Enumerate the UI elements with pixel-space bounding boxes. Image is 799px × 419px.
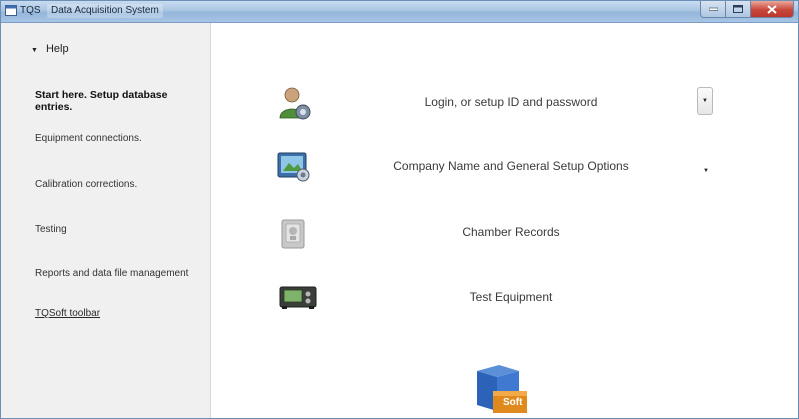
sidebar-item-calibration-corrections[interactable]: Calibration corrections. — [35, 179, 205, 191]
close-icon — [767, 4, 777, 14]
login-setup-link[interactable]: Login, or setup ID and password — [381, 95, 641, 109]
sidebar-item-testing[interactable]: Testing — [35, 224, 205, 236]
maximize-icon — [733, 5, 743, 13]
window-app-name: TQS — [20, 5, 41, 16]
sidebar-item-equipment-connections[interactable]: Equipment connections. — [35, 133, 205, 145]
login-dropdown-button[interactable]: ▼ — [697, 87, 713, 115]
sidebar-item-setup-database[interactable]: Start here. Setup database entries. — [35, 89, 205, 113]
main-panel: Login, or setup ID and password ▼ Compan… — [211, 23, 798, 418]
window-title: Data Acquisition System — [47, 4, 163, 18]
help-label: Help — [45, 43, 69, 55]
test-equipment-icon[interactable] — [279, 284, 317, 310]
chamber-records-link[interactable]: Chamber Records — [411, 225, 611, 239]
test-equipment-link[interactable]: Test Equipment — [411, 290, 611, 304]
company-dropdown-button[interactable]: ▼ — [703, 168, 709, 174]
setup-options-icon[interactable] — [277, 151, 311, 183]
minimize-icon — [708, 7, 718, 11]
minimize-button[interactable] — [700, 1, 726, 18]
tqsoft-logo: Soft — [473, 363, 533, 415]
sidebar-item-tqsoft-toolbar[interactable]: TQSoft toolbar — [35, 308, 205, 320]
window-controls — [700, 1, 794, 18]
close-button[interactable] — [751, 1, 794, 18]
app-window: TQS Data Acquisition System ▼ Help Start… — [0, 0, 799, 419]
chevron-down-icon: ▼ — [703, 168, 709, 174]
title-bar[interactable]: TQS Data Acquisition System — [1, 1, 798, 23]
sidebar: ▼ Help Start here. Setup database entrie… — [1, 23, 211, 418]
maximize-button[interactable] — [726, 1, 751, 18]
chevron-down-icon: ▼ — [31, 47, 38, 54]
app-icon — [5, 5, 17, 16]
chevron-down-icon: ▼ — [702, 98, 708, 104]
user-key-icon[interactable] — [278, 86, 312, 120]
company-setup-link[interactable]: Company Name and General Setup Options — [371, 159, 651, 173]
chamber-icon[interactable] — [279, 219, 307, 249]
help-menu[interactable]: ▼ Help — [31, 43, 69, 55]
logo-text: Soft — [503, 397, 523, 408]
sidebar-item-reports[interactable]: Reports and data file management — [35, 268, 205, 280]
